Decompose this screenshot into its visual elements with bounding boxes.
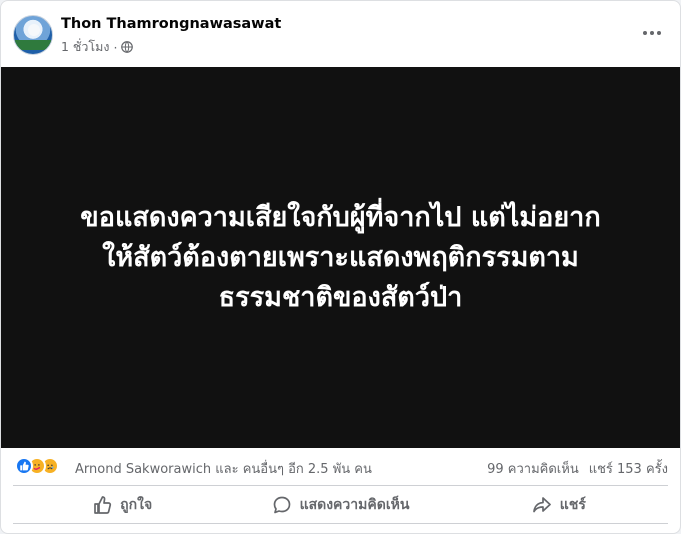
more-dot: [643, 31, 647, 35]
post-image[interactable]: ขอแสดงความเสียใจกับผู้ที่จากไป แต่ไม่อยา…: [1, 67, 680, 448]
more-dot: [650, 31, 654, 35]
like-label: ถูกใจ: [120, 497, 153, 513]
share-button[interactable]: แชร์: [450, 487, 668, 523]
action-bar: ถูกใจ แสดงความคิดเห็น แชร์: [13, 487, 668, 523]
more-options-button[interactable]: [640, 23, 664, 43]
meta-separator: ·: [113, 39, 118, 55]
post-stats: Arnond Sakworawich และ คนอื่นๆ อีก 2.5 พ…: [1, 448, 680, 486]
reaction-icons[interactable]: [15, 457, 59, 475]
share-arrow-icon: [532, 497, 551, 513]
post-image-text: ขอแสดงความเสียใจกับผู้ที่จากไป แต่ไม่อยา…: [21, 198, 661, 318]
comment-icon: [273, 496, 290, 514]
post-time[interactable]: 1 ชั่วโมง: [61, 37, 110, 57]
share-count[interactable]: แชร์ 153 ครั้ง: [589, 458, 668, 479]
comment-label: แสดงความคิดเห็น: [299, 497, 410, 513]
avatar-landscape-shape: [14, 40, 52, 50]
share-label: แชร์: [559, 497, 586, 513]
comment-count[interactable]: 99 ความคิดเห็น: [487, 458, 579, 479]
like-icon: [15, 457, 33, 475]
author-name[interactable]: Thon Thamrongnawasawat: [61, 16, 281, 32]
actions-divider: [13, 523, 668, 524]
comment-button[interactable]: แสดงความคิดเห็น: [231, 487, 449, 523]
stats-divider: [13, 485, 668, 486]
avatar-sun-shape: [28, 24, 40, 36]
more-dot: [657, 31, 661, 35]
post-header: Thon Thamrongnawasawat 1 ชั่วโมง ·: [1, 1, 680, 67]
author-avatar[interactable]: [13, 15, 53, 55]
globe-icon[interactable]: [121, 41, 134, 53]
thumbs-up-icon: [94, 496, 112, 514]
post-image-line: ให้สัตว์ต้องตายเพราะแสดงพฤติกรรมตาม: [102, 241, 579, 273]
post-image-line: ขอแสดงความเสียใจกับผู้ที่จากไป แต่ไม่อยา…: [80, 201, 601, 233]
reaction-summary[interactable]: Arnond Sakworawich และ คนอื่นๆ อีก 2.5 พ…: [75, 458, 372, 479]
post-image-line: ธรรมชาติของสัตว์ป่า: [218, 281, 463, 313]
like-button[interactable]: ถูกใจ: [13, 487, 231, 523]
post-card: Thon Thamrongnawasawat 1 ชั่วโมง · ขอแสด…: [0, 0, 681, 534]
engagement-counts: 99 ความคิดเห็น แชร์ 153 ครั้ง: [487, 458, 668, 479]
post-meta: 1 ชั่วโมง ·: [61, 37, 134, 57]
